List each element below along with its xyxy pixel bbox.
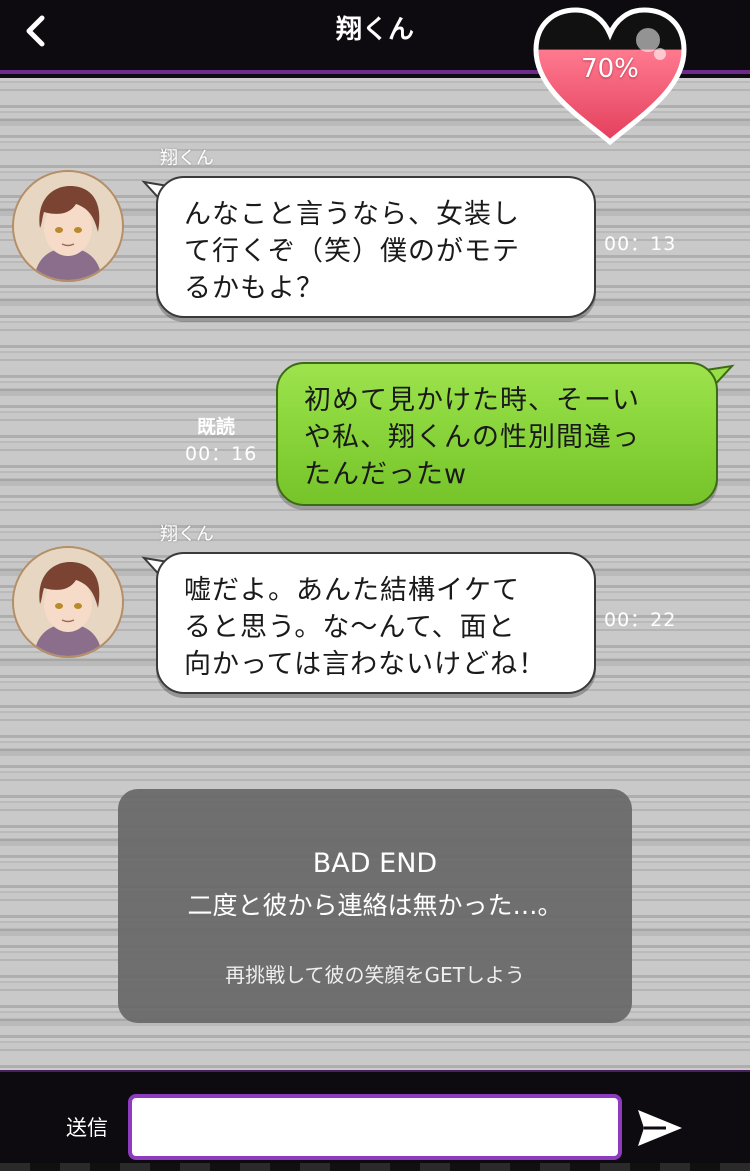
- message-line: るかもよ？: [184, 273, 324, 304]
- character-portrait-icon: [14, 548, 122, 656]
- message-line: 嘘だよ。あんた結構イケて: [184, 575, 520, 606]
- bad-end-panel[interactable]: BAD END 二度と彼から連絡は無かった…。 再挑戦して彼の笑顔をGETしよう: [118, 789, 632, 1023]
- message-timestamp: 00：22: [604, 609, 677, 631]
- retry-hint[interactable]: 再挑戦して彼の笑顔をGETしよう: [118, 961, 632, 989]
- message-timestamp: 00：16: [185, 443, 258, 465]
- send-label: 送信: [66, 1116, 108, 1140]
- avatar[interactable]: [12, 546, 124, 658]
- character-portrait-icon: [14, 172, 122, 280]
- sender-name: 翔くん: [160, 524, 214, 545]
- message-line: 向かっては言わないけどね！: [184, 649, 547, 680]
- avatar[interactable]: [12, 170, 124, 282]
- read-receipt-label: 既読: [197, 416, 236, 438]
- affection-heart-meter: 70%: [532, 6, 692, 146]
- message-input[interactable]: [128, 1094, 622, 1160]
- message-line: や私、翔くんの性別間違っ: [304, 422, 640, 453]
- chat-thread[interactable]: 翔くん んなこと言うなら、女装し て行くぞ（笑）僕のがモテ るかもよ？ 00：1…: [0, 78, 750, 1070]
- send-button[interactable]: [636, 1106, 684, 1150]
- paper-plane-icon: [638, 1110, 682, 1146]
- message-bubble-sent: 初めて見かけた時、そーい や私、翔くんの性別間違っ たんだったw: [276, 362, 718, 506]
- message-bubble-received: んなこと言うなら、女装し て行くぞ（笑）僕のがモテ るかもよ？: [156, 176, 596, 318]
- affection-percent-label: 70%: [581, 54, 639, 84]
- message-line: て行くぞ（笑）僕のがモテ: [184, 236, 520, 267]
- message-timestamp: 00：13: [604, 233, 677, 255]
- bad-end-title: BAD END: [312, 848, 438, 879]
- message-line: 初めて見かけた時、そーい: [304, 385, 640, 416]
- bad-end-message: 二度と彼から連絡は無かった…。: [187, 891, 563, 920]
- message-line: ると思う。な〜んて、面と: [184, 612, 516, 643]
- message-line: たんだったw: [304, 459, 468, 490]
- bottom-strip: [0, 1163, 750, 1171]
- sender-name: 翔くん: [160, 148, 214, 169]
- message-bubble-received: 嘘だよ。あんた結構イケて ると思う。な〜んて、面と 向かっては言わないけどね！: [156, 552, 596, 694]
- message-composer: 送信: [0, 1070, 750, 1171]
- message-line: んなこと言うなら、女装し: [184, 199, 520, 230]
